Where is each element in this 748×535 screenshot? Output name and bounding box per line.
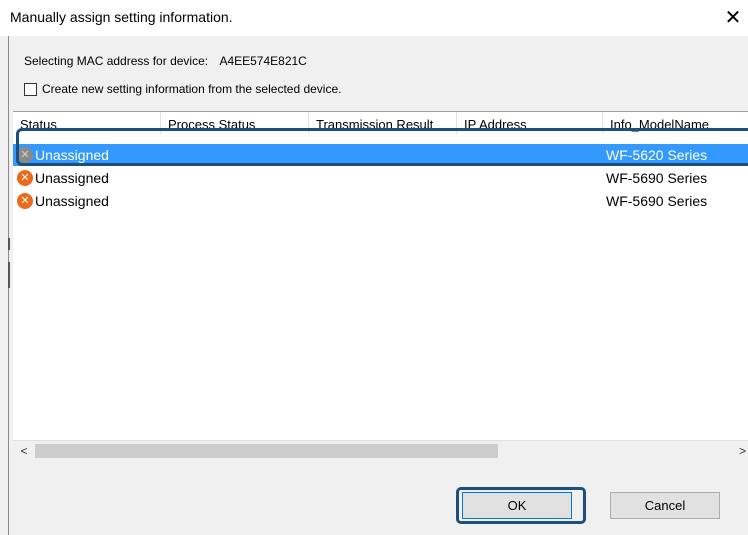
scroll-thumb[interactable]	[35, 444, 498, 458]
model-cell: WF-5690 Series	[606, 170, 708, 186]
edge-tick	[8, 262, 10, 288]
column-header-transmission-result[interactable]: Transmission Result	[309, 112, 457, 134]
column-header-process-status[interactable]: Process Status	[161, 112, 309, 134]
horizontal-scrollbar[interactable]: < >	[13, 440, 748, 461]
edge-tick	[8, 238, 10, 250]
column-header-model-name[interactable]: Info_ModelName	[603, 112, 748, 134]
column-header-status[interactable]: Status	[13, 112, 161, 134]
table-row[interactable]: ✕ Unassigned WF-5690 Series	[13, 190, 748, 212]
table-row[interactable]: ✕ Unassigned WF-5620 Series	[13, 144, 748, 166]
status-text: Unassigned	[35, 170, 109, 186]
mac-address-value: A4EE574E821C	[219, 54, 307, 68]
status-cell: ✕ Unassigned	[17, 167, 109, 189]
list-header: Status Process Status Transmission Resul…	[13, 112, 748, 134]
title-bar: Manually assign setting information. ✕	[0, 0, 748, 36]
x-circle-gray-icon: ✕	[17, 147, 33, 163]
x-circle-orange-icon: ✕	[17, 170, 33, 186]
mac-address-label: Selecting MAC address for device:	[24, 54, 209, 68]
create-new-label: Create new setting information from the …	[42, 82, 342, 96]
mac-address-row: Selecting MAC address for device: A4EE57…	[24, 54, 307, 68]
status-cell: ✕ Unassigned	[17, 190, 109, 212]
create-new-row[interactable]: Create new setting information from the …	[24, 82, 341, 96]
create-new-checkbox[interactable]	[24, 82, 37, 96]
device-list[interactable]: Status Process Status Transmission Resul…	[13, 111, 748, 461]
ok-button[interactable]: OK	[462, 492, 572, 519]
scroll-right-arrow-icon[interactable]: >	[739, 441, 748, 461]
status-text: Unassigned	[35, 193, 109, 209]
dialog-title: Manually assign setting information.	[10, 9, 233, 25]
assign-dialog: Manually assign setting information. ✕ S…	[0, 0, 748, 535]
status-text: Unassigned	[35, 147, 109, 163]
close-icon[interactable]: ✕	[718, 0, 748, 36]
table-row[interactable]: ✕ Unassigned WF-5690 Series	[13, 167, 748, 189]
scroll-left-arrow-icon[interactable]: <	[15, 441, 33, 461]
status-cell: ✕ Unassigned	[17, 144, 109, 166]
cancel-button[interactable]: Cancel	[610, 492, 720, 519]
column-header-ip-address[interactable]: IP Address	[457, 112, 603, 134]
x-circle-orange-icon: ✕	[17, 193, 33, 209]
model-cell: WF-5690 Series	[606, 193, 708, 209]
model-cell: WF-5620 Series	[606, 147, 708, 163]
